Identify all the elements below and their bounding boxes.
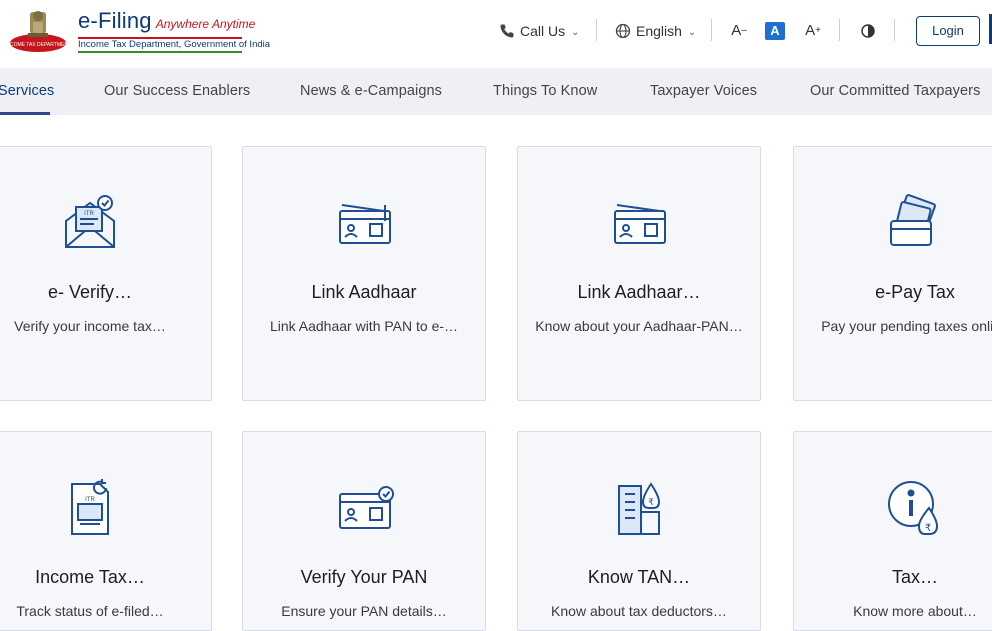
income-tax-emblem-logo[interactable]: INCOME TAX DEPARTMENT [5,6,71,54]
aadhaar-card-icon [607,191,671,255]
login-button[interactable]: Login [916,16,980,46]
card-description: Track status of e-filed… [16,603,164,619]
nav-item-committed-taxpayers[interactable]: Our Committed Taxpayers [810,83,980,99]
top-header: INCOME TAX DEPARTMENT e-Filing Anywhere A… [0,0,992,68]
card-description: Link Aadhaar with PAN to e-… [269,318,459,334]
svg-text:₹: ₹ [925,523,931,534]
pan-verified-icon [332,476,396,540]
header-divider [839,19,840,41]
card-title: Link Aadhaar… [577,282,701,302]
service-card-know-tan[interactable]: ₹ Know TAN… Know about tax deductors… [517,431,761,631]
contrast-icon [861,24,875,38]
itr-envelope-icon: ITR [58,191,122,255]
brand-subtitle: Income Tax Department, Government of Ind… [78,39,271,50]
brand-tagline: Anywhere Anytime [155,17,256,31]
globe-icon [615,23,631,39]
card-description: Pay your pending taxes online [821,318,992,334]
building-money-icon: ₹ [607,476,671,540]
card-description: Ensure your PAN details… [281,603,447,619]
card-title: e- Verify… [47,282,133,302]
itr-refresh-icon: ITR [58,476,122,540]
nav-item-success-enablers[interactable]: Our Success Enablers [104,83,250,99]
service-card-link-aadhaar[interactable]: Link Aadhaar Link Aadhaar with PAN to e-… [242,146,486,401]
nav-item-things-to-know[interactable]: Things To Know [493,83,597,99]
call-us-dropdown[interactable]: Call Us ⌄ [499,19,580,43]
card-title: Verify Your PAN [300,567,428,587]
chevron-down-icon: ⌄ [571,26,580,38]
aadhaar-card-icon [332,191,396,255]
card-title: Tax… [891,567,938,587]
brand-divider-green [78,51,242,53]
language-label: English [636,23,682,39]
brand-title: e-Filing [78,8,152,33]
card-title: Income Tax… [35,567,145,587]
nav-item-services[interactable]: Services [0,83,54,99]
header-divider [894,19,895,41]
active-tab-indicator [0,112,50,115]
card-description: Verify your income tax… [14,318,166,334]
svg-text:₹: ₹ [648,498,654,508]
card-title: Link Aadhaar [311,282,417,302]
header-divider [596,19,597,41]
service-card-link-aadhaar-status[interactable]: Link Aadhaar… Know about your Aadhaar-PA… [517,146,761,401]
service-card-tax-info[interactable]: ₹ Tax… Know more about… [793,431,992,631]
main-nav: Services Our Success Enablers News & e-C… [0,68,992,115]
svg-text:ITR: ITR [84,211,94,217]
call-us-label: Call Us [520,23,566,39]
phone-icon [500,24,514,38]
card-description: Know about your Aadhaar-PAN… [535,318,743,334]
contrast-toggle-button[interactable] [858,22,878,40]
brand-block: e-Filing Anywhere Anytime Income Tax Depa… [78,8,270,53]
service-card-e-pay-tax[interactable]: e-Pay Tax Pay your pending taxes online [793,146,992,401]
font-decrease-button[interactable]: A– [729,22,749,40]
language-dropdown[interactable]: English ⌄ [615,19,696,43]
card-description: Know more about… [853,603,977,619]
card-title: e-Pay Tax [875,282,955,302]
svg-text:INCOME TAX DEPARTMENT: INCOME TAX DEPARTMENT [8,42,68,48]
service-card-e-verify[interactable]: ITR e- Verify… Verify your income tax… [0,146,212,401]
card-description: Know about tax deductors… [551,603,727,619]
info-money-icon: ₹ [883,476,947,540]
font-increase-button[interactable]: A+ [803,22,823,40]
chevron-down-icon: ⌄ [687,26,697,38]
wallet-cards-icon [883,191,947,255]
service-card-income-tax-status[interactable]: ITR Income Tax… Track status of e-filed… [0,431,212,631]
nav-item-news[interactable]: News & e-Campaigns [300,83,442,99]
font-normal-button[interactable]: A [765,22,785,40]
nav-item-taxpayer-voices[interactable]: Taxpayer Voices [650,83,757,99]
card-title: Know TAN… [587,567,691,587]
svg-text:ITR: ITR [85,497,95,503]
header-divider [711,19,712,41]
service-card-verify-pan[interactable]: Verify Your PAN Ensure your PAN details… [242,431,486,631]
